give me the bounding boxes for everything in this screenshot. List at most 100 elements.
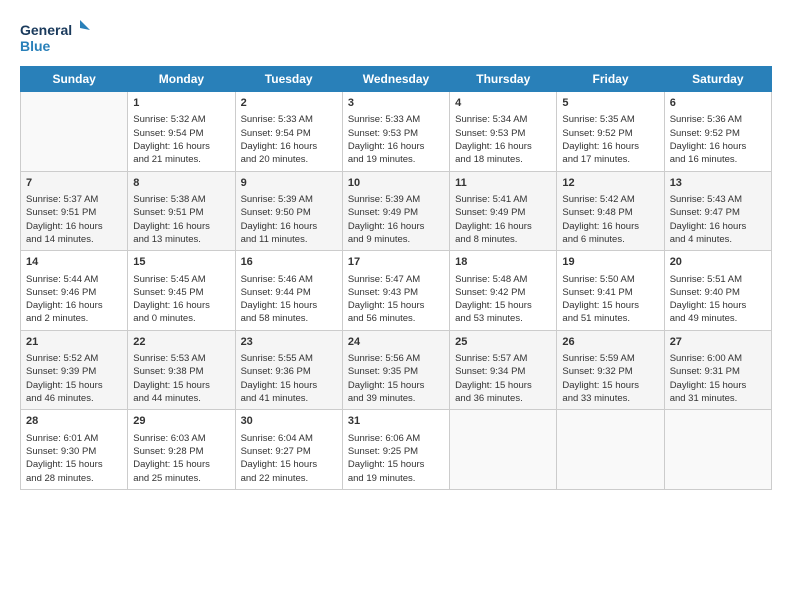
- day-number: 31: [348, 414, 444, 429]
- calendar-cell: 14Sunrise: 5:44 AM Sunset: 9:46 PM Dayli…: [21, 251, 128, 331]
- calendar-cell: 24 Sunrise: 5:56 AM Sunset: 9:35 PM Dayli…: [342, 330, 449, 410]
- day-number: 24: [348, 335, 444, 350]
- week-row-4: 21 Sunrise: 5:52 AM Sunset: 9:39 PM Dayli…: [21, 330, 772, 410]
- day-number: 1: [133, 96, 229, 111]
- day-info: Sunrise: 5:33 AM Sunset: 9:53 PM Dayligh…: [348, 113, 444, 166]
- calendar-cell: 5 Sunrise: 5:35 AM Sunset: 9:52 PM Daylig…: [557, 92, 664, 172]
- day-number: 6: [670, 96, 766, 111]
- day-number: 10: [348, 176, 444, 191]
- col-header-thursday: Thursday: [450, 67, 557, 92]
- day-number: 18: [455, 255, 551, 270]
- header: GeneralBlue: [20, 18, 772, 58]
- week-row-2: 7 Sunrise: 5:37 AM Sunset: 9:51 PM Daylig…: [21, 171, 772, 251]
- col-header-saturday: Saturday: [664, 67, 771, 92]
- day-info: Sunrise: 6:04 AM Sunset: 9:27 PM Dayligh…: [241, 432, 337, 485]
- day-info: Sunrise: 5:48 AM Sunset: 9:42 PM Dayligh…: [455, 273, 551, 326]
- calendar-cell: 25Sunrise: 5:57 AM Sunset: 9:34 PM Dayli…: [450, 330, 557, 410]
- day-info: Sunrise: 5:51 AM Sunset: 9:40 PM Dayligh…: [670, 273, 766, 326]
- day-number: 26: [562, 335, 658, 350]
- calendar-cell: 17Sunrise: 5:47 AM Sunset: 9:43 PM Dayli…: [342, 251, 449, 331]
- day-number: 13: [670, 176, 766, 191]
- day-info: Sunrise: 5:47 AM Sunset: 9:43 PM Dayligh…: [348, 273, 444, 326]
- day-number: 4: [455, 96, 551, 111]
- day-number: 14: [26, 255, 122, 270]
- week-row-5: 28 Sunrise: 6:01 AM Sunset: 9:30 PM Dayli…: [21, 410, 772, 490]
- day-info: Sunrise: 5:55 AM Sunset: 9:36 PM Dayligh…: [241, 352, 337, 405]
- day-number: 7: [26, 176, 122, 191]
- day-info: Sunrise: 5:33 AM Sunset: 9:54 PM Dayligh…: [241, 113, 337, 166]
- day-number: 19: [562, 255, 658, 270]
- calendar-cell: 19 Sunrise: 5:50 AM Sunset: 9:41 PM Dayli…: [557, 251, 664, 331]
- day-number: 12: [562, 176, 658, 191]
- day-number: 28: [26, 414, 122, 429]
- calendar-cell: 7 Sunrise: 5:37 AM Sunset: 9:51 PM Daylig…: [21, 171, 128, 251]
- svg-text:General: General: [20, 22, 72, 38]
- day-info: Sunrise: 5:46 AM Sunset: 9:44 PM Dayligh…: [241, 273, 337, 326]
- svg-text:Blue: Blue: [20, 38, 51, 54]
- calendar-cell: [450, 410, 557, 490]
- day-number: 8: [133, 176, 229, 191]
- calendar-cell: 28 Sunrise: 6:01 AM Sunset: 9:30 PM Dayli…: [21, 410, 128, 490]
- calendar-cell: 18 Sunrise: 5:48 AM Sunset: 9:42 PM Dayli…: [450, 251, 557, 331]
- day-number: 3: [348, 96, 444, 111]
- day-info: Sunrise: 6:03 AM Sunset: 9:28 PM Dayligh…: [133, 432, 229, 485]
- calendar-cell: 10Sunrise: 5:39 AM Sunset: 9:49 PM Dayli…: [342, 171, 449, 251]
- calendar-cell: 15 Sunrise: 5:45 AM Sunset: 9:45 PM Dayli…: [128, 251, 235, 331]
- day-info: Sunrise: 5:56 AM Sunset: 9:35 PM Dayligh…: [348, 352, 444, 405]
- calendar-header-row: SundayMondayTuesdayWednesdayThursdayFrid…: [21, 67, 772, 92]
- day-number: 22: [133, 335, 229, 350]
- calendar-cell: 13 Sunrise: 5:43 AM Sunset: 9:47 PM Dayli…: [664, 171, 771, 251]
- col-header-sunday: Sunday: [21, 67, 128, 92]
- logo-svg: GeneralBlue: [20, 18, 90, 58]
- day-info: Sunrise: 5:45 AM Sunset: 9:45 PM Dayligh…: [133, 273, 229, 326]
- day-number: 15: [133, 255, 229, 270]
- calendar-table: SundayMondayTuesdayWednesdayThursdayFrid…: [20, 66, 772, 490]
- day-info: Sunrise: 5:36 AM Sunset: 9:52 PM Dayligh…: [670, 113, 766, 166]
- day-info: Sunrise: 5:39 AM Sunset: 9:50 PM Dayligh…: [241, 193, 337, 246]
- day-number: 5: [562, 96, 658, 111]
- calendar-cell: [664, 410, 771, 490]
- day-info: Sunrise: 5:32 AM Sunset: 9:54 PM Dayligh…: [133, 113, 229, 166]
- calendar-cell: 26Sunrise: 5:59 AM Sunset: 9:32 PM Dayli…: [557, 330, 664, 410]
- week-row-1: 1 Sunrise: 5:32 AM Sunset: 9:54 PM Daylig…: [21, 92, 772, 172]
- day-info: Sunrise: 5:34 AM Sunset: 9:53 PM Dayligh…: [455, 113, 551, 166]
- calendar-cell: 16Sunrise: 5:46 AM Sunset: 9:44 PM Dayli…: [235, 251, 342, 331]
- calendar-cell: 1 Sunrise: 5:32 AM Sunset: 9:54 PM Daylig…: [128, 92, 235, 172]
- calendar-cell: 9 Sunrise: 5:39 AM Sunset: 9:50 PM Daylig…: [235, 171, 342, 251]
- calendar-cell: 2 Sunrise: 5:33 AM Sunset: 9:54 PM Daylig…: [235, 92, 342, 172]
- day-info: Sunrise: 6:01 AM Sunset: 9:30 PM Dayligh…: [26, 432, 122, 485]
- calendar-cell: 20 Sunrise: 5:51 AM Sunset: 9:40 PM Dayli…: [664, 251, 771, 331]
- day-info: Sunrise: 5:43 AM Sunset: 9:47 PM Dayligh…: [670, 193, 766, 246]
- day-info: Sunrise: 6:00 AM Sunset: 9:31 PM Dayligh…: [670, 352, 766, 405]
- day-number: 27: [670, 335, 766, 350]
- col-header-friday: Friday: [557, 67, 664, 92]
- calendar-cell: [557, 410, 664, 490]
- calendar-cell: 12 Sunrise: 5:42 AM Sunset: 9:48 PM Dayli…: [557, 171, 664, 251]
- day-info: Sunrise: 5:50 AM Sunset: 9:41 PM Dayligh…: [562, 273, 658, 326]
- day-number: 30: [241, 414, 337, 429]
- calendar-cell: 22 Sunrise: 5:53 AM Sunset: 9:38 PM Dayli…: [128, 330, 235, 410]
- calendar-cell: 29 Sunrise: 6:03 AM Sunset: 9:28 PM Dayli…: [128, 410, 235, 490]
- day-info: Sunrise: 5:52 AM Sunset: 9:39 PM Dayligh…: [26, 352, 122, 405]
- calendar-cell: 8 Sunrise: 5:38 AM Sunset: 9:51 PM Daylig…: [128, 171, 235, 251]
- day-number: 2: [241, 96, 337, 111]
- day-info: Sunrise: 6:06 AM Sunset: 9:25 PM Dayligh…: [348, 432, 444, 485]
- day-number: 23: [241, 335, 337, 350]
- calendar-cell: [21, 92, 128, 172]
- calendar-cell: 4 Sunrise: 5:34 AM Sunset: 9:53 PM Daylig…: [450, 92, 557, 172]
- calendar-cell: 30 Sunrise: 6:04 AM Sunset: 9:27 PM Dayli…: [235, 410, 342, 490]
- day-number: 9: [241, 176, 337, 191]
- day-info: Sunrise: 5:37 AM Sunset: 9:51 PM Dayligh…: [26, 193, 122, 246]
- day-number: 20: [670, 255, 766, 270]
- day-info: Sunrise: 5:35 AM Sunset: 9:52 PM Dayligh…: [562, 113, 658, 166]
- day-number: 21: [26, 335, 122, 350]
- week-row-3: 14Sunrise: 5:44 AM Sunset: 9:46 PM Dayli…: [21, 251, 772, 331]
- day-info: Sunrise: 5:42 AM Sunset: 9:48 PM Dayligh…: [562, 193, 658, 246]
- day-info: Sunrise: 5:53 AM Sunset: 9:38 PM Dayligh…: [133, 352, 229, 405]
- calendar-cell: 6 Sunrise: 5:36 AM Sunset: 9:52 PM Daylig…: [664, 92, 771, 172]
- day-info: Sunrise: 5:41 AM Sunset: 9:49 PM Dayligh…: [455, 193, 551, 246]
- col-header-monday: Monday: [128, 67, 235, 92]
- day-number: 29: [133, 414, 229, 429]
- day-info: Sunrise: 5:38 AM Sunset: 9:51 PM Dayligh…: [133, 193, 229, 246]
- calendar-cell: 27 Sunrise: 6:00 AM Sunset: 9:31 PM Dayli…: [664, 330, 771, 410]
